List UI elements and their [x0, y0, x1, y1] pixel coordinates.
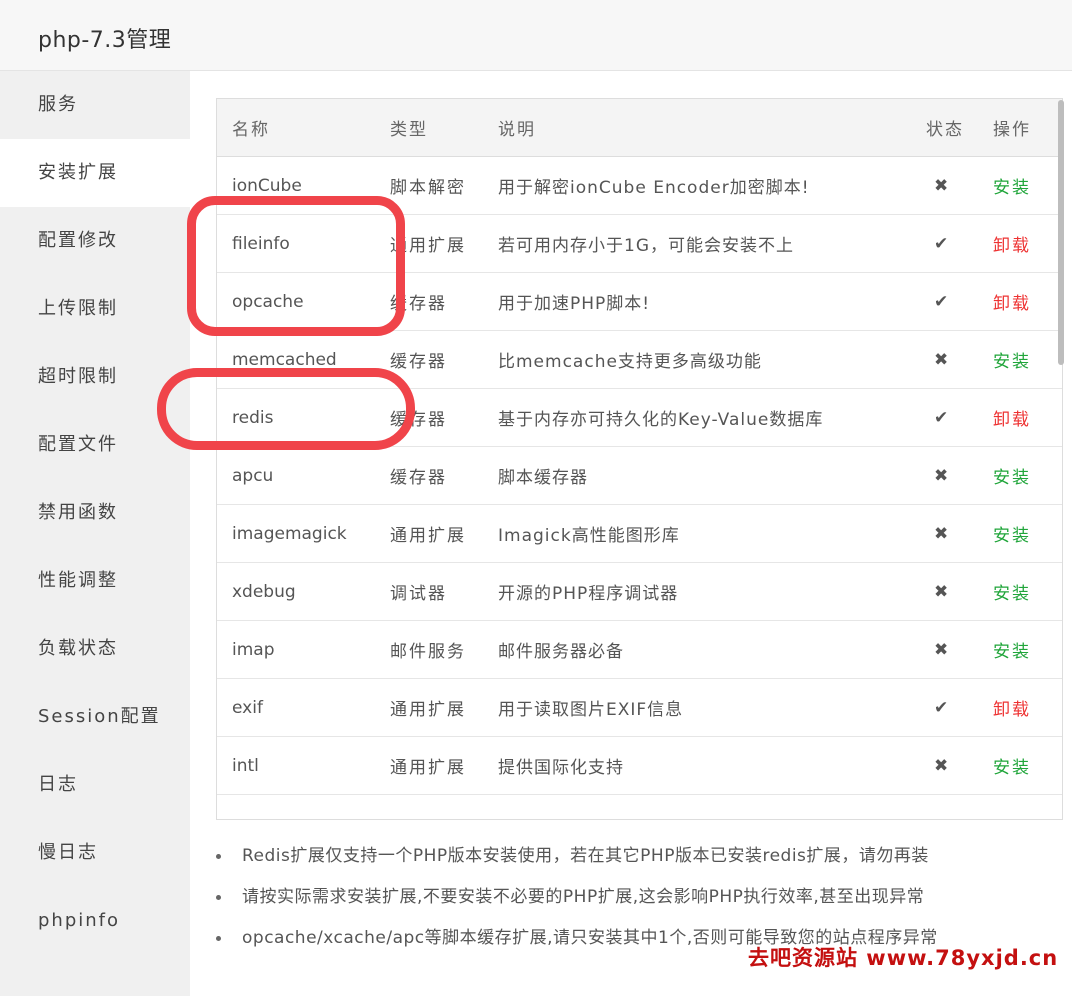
help-note: 请按实际需求安装扩展,不要安装不必要的PHP扩展,这会影响PHP执行效率,甚至出… — [216, 879, 1056, 920]
column-header-type: 类型 — [390, 99, 498, 157]
sidebar-item-install-extensions[interactable]: 安装扩展 — [0, 139, 190, 207]
sidebar-item-session-config[interactable]: Session配置 — [0, 683, 190, 751]
extension-type: 缓存器 — [390, 446, 498, 505]
extension-name: intl — [217, 736, 390, 795]
extension-description: 用于读取图片EXIF信息 — [498, 678, 926, 737]
extension-type: 通用扩展 — [390, 504, 498, 563]
uninstall-button[interactable]: 卸载 — [993, 410, 1031, 430]
extension-type: 调试器 — [390, 562, 498, 621]
sidebar-item-load-status[interactable]: 负载状态 — [0, 615, 190, 683]
extension-description: 用于解密ionCube Encoder加密脚本! — [498, 156, 926, 215]
table-row — [217, 794, 1062, 819]
install-button[interactable]: 安装 — [993, 468, 1031, 488]
extension-description: 用于加速PHP脚本! — [498, 272, 926, 331]
table-row: imagemagick 通用扩展 Imagick高性能图形库 ✖ 安装 — [217, 504, 1062, 563]
sidebar-item-log[interactable]: 日志 — [0, 751, 190, 819]
table-header-row: 名称 类型 说明 状态 操作 — [217, 99, 1062, 157]
cross-icon: ✖ — [926, 330, 993, 389]
check-icon: ✔ — [926, 678, 993, 737]
extension-description: 基于内存亦可持久化的Key-Value数据库 — [498, 388, 926, 447]
install-button[interactable]: 安装 — [993, 758, 1031, 778]
check-icon: ✔ — [926, 214, 993, 273]
extension-type: 通用扩展 — [390, 678, 498, 737]
extension-name: imap — [217, 620, 390, 679]
install-button[interactable]: 安装 — [993, 584, 1031, 604]
check-icon: ✔ — [926, 388, 993, 447]
cross-icon: ✖ — [926, 562, 993, 621]
install-button[interactable]: 安装 — [993, 178, 1031, 198]
extension-description: Imagick高性能图形库 — [498, 504, 926, 563]
extension-description: 脚本缓存器 — [498, 446, 926, 505]
extension-name: apcu — [217, 446, 390, 505]
extension-type: 通用扩展 — [390, 214, 498, 273]
table-row: intl 通用扩展 提供国际化支持 ✖ 安装 — [217, 736, 1062, 795]
cross-icon: ✖ — [926, 620, 993, 679]
cross-icon: ✖ — [926, 446, 993, 505]
extension-type: 邮件服务 — [390, 620, 498, 679]
watermark: 去吧资源站 www.78yxjd.cn — [748, 946, 1059, 970]
window-title: php-7.3管理 — [38, 28, 172, 53]
table-row: apcu 缓存器 脚本缓存器 ✖ 安装 — [217, 446, 1062, 505]
sidebar-item-performance[interactable]: 性能调整 — [0, 547, 190, 615]
extension-type: 脚本解密 — [390, 156, 498, 215]
table-scrollbar[interactable] — [1058, 100, 1064, 365]
column-header-action: 操作 — [993, 99, 1062, 157]
column-header-status: 状态 — [926, 99, 993, 157]
cross-icon: ✖ — [926, 736, 993, 795]
column-header-description: 说明 — [498, 99, 926, 157]
sidebar-item-upload-limit[interactable]: 上传限制 — [0, 275, 190, 343]
install-button[interactable]: 安装 — [993, 352, 1031, 372]
check-icon: ✔ — [926, 272, 993, 331]
extension-description: 比memcache支持更多高级功能 — [498, 330, 926, 389]
extension-type: 缓存器 — [390, 330, 498, 389]
table-row: imap 邮件服务 邮件服务器必备 ✖ 安装 — [217, 620, 1062, 679]
extension-name: imagemagick — [217, 504, 390, 563]
help-note: Redis扩展仅支持一个PHP版本安装使用，若在其它PHP版本已安装redis扩… — [216, 838, 1056, 879]
annotation-highlight-fileinfo-opcache — [187, 196, 405, 336]
extension-description: 邮件服务器必备 — [498, 620, 926, 679]
install-button[interactable]: 安装 — [993, 526, 1031, 546]
sidebar-item-config-edit[interactable]: 配置修改 — [0, 207, 190, 275]
annotation-highlight-redis — [157, 368, 415, 450]
sidebar-item-phpinfo[interactable]: phpinfo — [0, 887, 190, 955]
column-header-name: 名称 — [217, 99, 390, 157]
cross-icon: ✖ — [926, 504, 993, 563]
cross-icon: ✖ — [926, 156, 993, 215]
title-bar: php-7.3管理 — [0, 0, 1072, 71]
uninstall-button[interactable]: 卸载 — [993, 700, 1031, 720]
sidebar: 服务 安装扩展 配置修改 上传限制 超时限制 配置文件 禁用函数 性能调整 负载… — [0, 71, 190, 996]
uninstall-button[interactable]: 卸载 — [993, 236, 1031, 256]
table-row: exif 通用扩展 用于读取图片EXIF信息 ✔ 卸载 — [217, 678, 1062, 737]
extension-description: 若可用内存小于1G，可能会安装不上 — [498, 214, 926, 273]
uninstall-button[interactable]: 卸载 — [993, 294, 1031, 314]
extension-type: 缓存器 — [390, 272, 498, 331]
sidebar-item-service[interactable]: 服务 — [0, 71, 190, 139]
extension-description: 提供国际化支持 — [498, 736, 926, 795]
sidebar-item-slow-log[interactable]: 慢日志 — [0, 819, 190, 887]
install-button[interactable]: 安装 — [993, 642, 1031, 662]
extension-description: 开源的PHP程序调试器 — [498, 562, 926, 621]
extension-type: 通用扩展 — [390, 736, 498, 795]
sidebar-item-disabled-functions[interactable]: 禁用函数 — [0, 479, 190, 547]
extension-name: exif — [217, 678, 390, 737]
extension-name: xdebug — [217, 562, 390, 621]
table-row: xdebug 调试器 开源的PHP程序调试器 ✖ 安装 — [217, 562, 1062, 621]
